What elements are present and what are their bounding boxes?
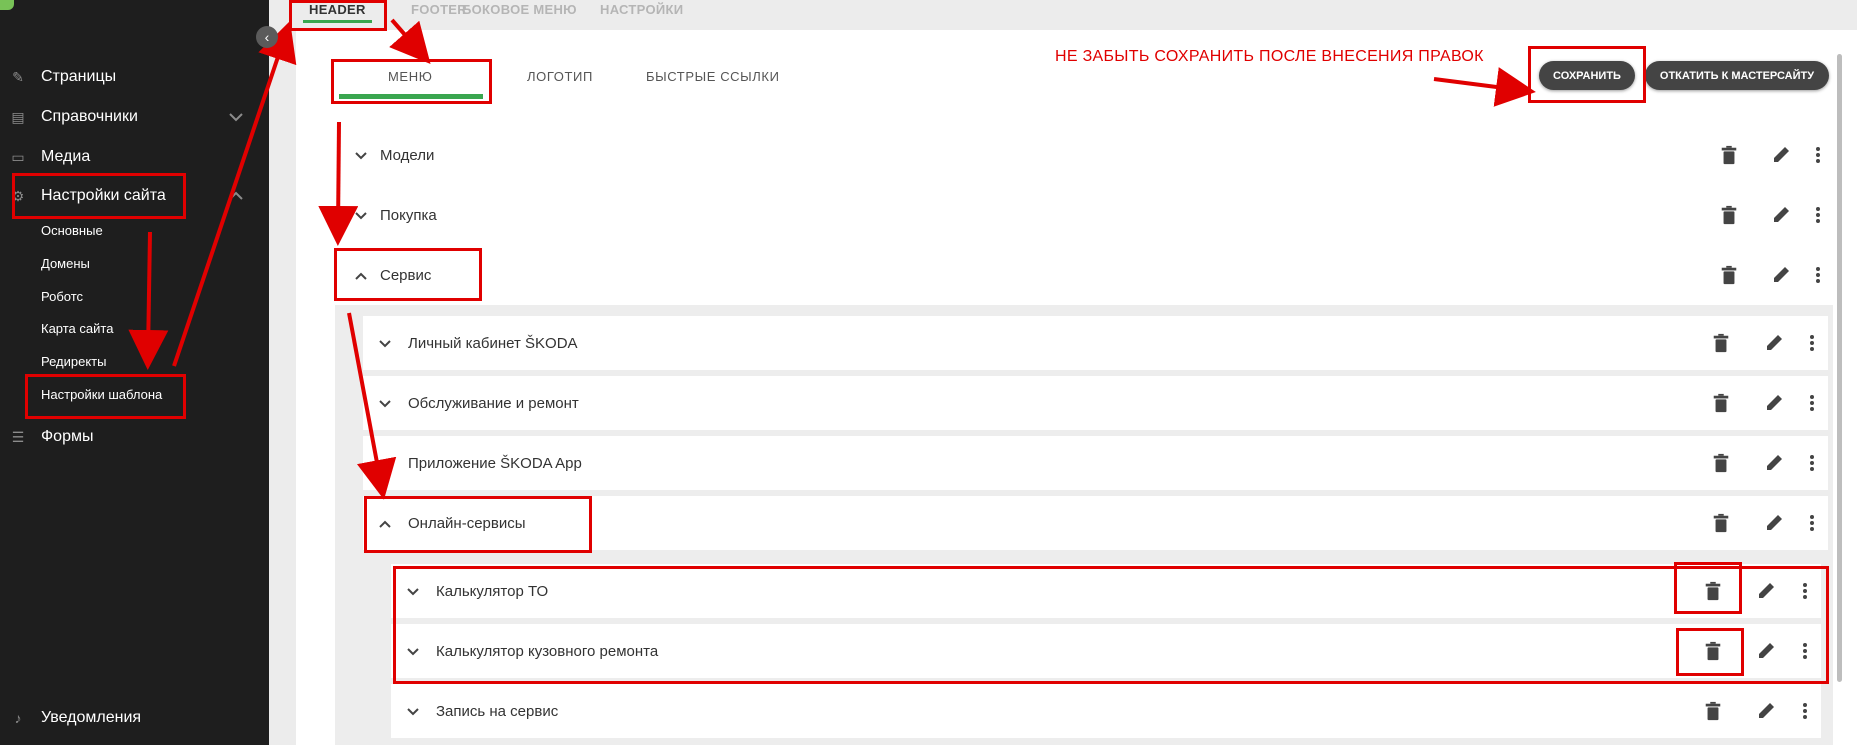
- delete-icon[interactable]: [1711, 393, 1731, 418]
- document-icon: ▤: [11, 108, 25, 125]
- sidebar-item-directories[interactable]: ▤ Справочники: [0, 102, 269, 132]
- menu-row-label: Приложение ŠKODA App: [408, 454, 582, 472]
- edit-icon[interactable]: [1771, 265, 1791, 290]
- menu-row[interactable]: Приложение ŠKODA App: [363, 436, 1828, 490]
- more-icon[interactable]: [1806, 453, 1818, 478]
- annotation-box-menu-tab: [331, 59, 492, 104]
- sidebar-subitem-robots[interactable]: Роботс: [41, 289, 83, 304]
- annotation-box-calculator-rows: [393, 566, 1829, 684]
- menu-row-label: Покупка: [380, 206, 437, 224]
- sidebar-item-pages[interactable]: ✎ Страницы: [0, 62, 269, 92]
- delete-icon[interactable]: [1711, 513, 1731, 538]
- edit-icon[interactable]: [1764, 453, 1784, 478]
- edit-icon[interactable]: [1764, 393, 1784, 418]
- menu-row-label: Обслуживание и ремонт: [408, 394, 579, 412]
- sidebar-subitem-main[interactable]: Основные: [41, 223, 103, 238]
- annotation-box-header-tab: [289, 0, 387, 31]
- bell-icon: ♪: [14, 710, 22, 726]
- annotation-box-site-settings: [12, 173, 186, 219]
- edit-icon[interactable]: [1764, 333, 1784, 358]
- more-icon[interactable]: [1799, 701, 1811, 726]
- chevron-down-icon[interactable]: [379, 336, 391, 351]
- menu-row[interactable]: Покупка: [341, 188, 1833, 242]
- list-icon: ☰: [11, 428, 25, 445]
- tab-footer[interactable]: FOOTER: [411, 2, 467, 17]
- menu-row[interactable]: Личный кабинет ŠKODA: [363, 316, 1828, 370]
- edit-icon[interactable]: [1764, 513, 1784, 538]
- annotation-box-delete-1: [1674, 562, 1742, 614]
- annotation-note: НЕ ЗАБЫТЬ СОХРАНИТЬ ПОСЛЕ ВНЕСЕНИЯ ПРАВО…: [1055, 48, 1484, 65]
- chevron-up-icon: [228, 188, 244, 204]
- delete-icon[interactable]: [1711, 453, 1731, 478]
- sidebar-collapse-button[interactable]: ‹: [256, 26, 278, 48]
- menu-row-label: Модели: [380, 146, 435, 164]
- chevron-down-icon: [228, 109, 244, 125]
- top-tab-bar: HEADER FOOTER БОКОВОЕ МЕНЮ НАСТРОЙКИ: [269, 0, 1857, 30]
- edit-icon[interactable]: [1771, 205, 1791, 230]
- delete-icon[interactable]: [1719, 265, 1739, 290]
- menu-row[interactable]: Обслуживание и ремонт: [363, 376, 1828, 430]
- sidebar-item-label: Страницы: [41, 68, 117, 85]
- menu-row-label: Запись на сервис: [436, 702, 559, 720]
- menu-row[interactable]: Запись на сервис: [391, 684, 1821, 738]
- menu-row[interactable]: Модели: [341, 128, 1833, 182]
- annotation-box-online-services-row: [364, 496, 592, 553]
- sidebar-subitem-sitemap[interactable]: Карта сайта: [41, 321, 113, 336]
- more-icon[interactable]: [1806, 393, 1818, 418]
- more-icon[interactable]: [1812, 265, 1824, 290]
- sidebar-item-label: Справочники: [41, 108, 138, 125]
- tab-settings[interactable]: НАСТРОЙКИ: [600, 2, 683, 17]
- sidebar-item-notifications[interactable]: ♪ Уведомления: [0, 703, 269, 733]
- delete-icon[interactable]: [1719, 205, 1739, 230]
- rollback-button[interactable]: ОТКАТИТЬ К МАСТЕРСАЙТУ: [1645, 61, 1829, 90]
- folder-icon: ▭: [11, 148, 25, 165]
- annotation-box-delete-2: [1676, 628, 1744, 676]
- sidebar-item-label: Уведомления: [41, 709, 142, 726]
- chevron-down-icon[interactable]: [355, 208, 367, 223]
- sidebar-subitem-domains[interactable]: Домены: [41, 256, 90, 271]
- more-icon[interactable]: [1806, 513, 1818, 538]
- sidebar-subitem-redirects[interactable]: Редиректы: [41, 354, 106, 369]
- sidebar-item-forms[interactable]: ☰ Формы: [0, 422, 269, 452]
- chevron-down-icon[interactable]: [355, 148, 367, 163]
- annotation-box-save-button: [1528, 46, 1646, 103]
- chevron-down-icon[interactable]: [379, 396, 391, 411]
- menu-row-label: Личный кабинет ŠKODA: [408, 334, 578, 352]
- more-icon[interactable]: [1812, 145, 1824, 170]
- subtab-logo[interactable]: ЛОГОТИП: [527, 69, 593, 84]
- annotation-box-template-settings: [25, 374, 186, 419]
- edit-icon[interactable]: [1756, 701, 1776, 726]
- delete-icon[interactable]: [1711, 333, 1731, 358]
- sidebar: ✎ Страницы ▤ Справочники ▭ Медиа ⚙ Настр…: [0, 0, 269, 745]
- chevron-down-icon[interactable]: [379, 456, 391, 471]
- more-icon[interactable]: [1812, 205, 1824, 230]
- pencil-icon: ✎: [12, 68, 24, 85]
- chevron-down-icon[interactable]: [407, 704, 419, 719]
- menu-row[interactable]: Сервис: [341, 248, 1833, 302]
- more-icon[interactable]: [1806, 333, 1818, 358]
- annotation-box-service-row: [334, 248, 482, 301]
- delete-icon[interactable]: [1703, 701, 1723, 726]
- delete-icon[interactable]: [1719, 145, 1739, 170]
- scrollbar[interactable]: [1837, 54, 1842, 682]
- subtab-quick-links[interactable]: БЫСТРЫЕ ССЫЛКИ: [646, 69, 780, 84]
- sidebar-item-label: Формы: [41, 428, 94, 445]
- sidebar-item-label: Медиа: [41, 148, 91, 165]
- tab-side-menu[interactable]: БОКОВОЕ МЕНЮ: [462, 2, 577, 17]
- logo: [0, 0, 14, 10]
- edit-icon[interactable]: [1771, 145, 1791, 170]
- sidebar-item-media[interactable]: ▭ Медиа: [0, 142, 269, 172]
